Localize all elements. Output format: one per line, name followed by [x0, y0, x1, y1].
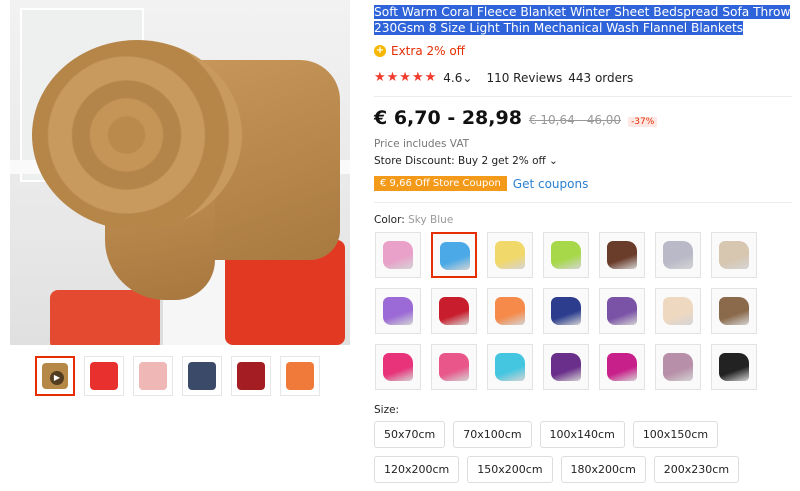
thumbnail-strip: ▶: [35, 356, 320, 396]
divider: [374, 202, 792, 203]
color-swatch[interactable]: [711, 232, 757, 278]
extra-discount: + Extra 2% off: [374, 44, 465, 58]
blanket-swatch-image: [551, 297, 581, 325]
size-option[interactable]: 150x200cm: [467, 456, 553, 483]
main-product-image[interactable]: [10, 0, 350, 345]
thumbnail[interactable]: [182, 356, 222, 396]
red-pillow: [50, 290, 160, 345]
thumbnail-image: [286, 362, 314, 390]
color-label-text: Color:: [374, 214, 405, 226]
get-coupons-link[interactable]: Get coupons: [513, 177, 589, 191]
color-swatch[interactable]: [655, 232, 701, 278]
discount-badge: -37%: [628, 117, 658, 127]
color-swatch[interactable]: [599, 232, 645, 278]
color-swatch[interactable]: [431, 288, 477, 334]
color-swatch-grid: [375, 232, 757, 390]
blanket-swatch-image: [719, 353, 749, 381]
blanket-swatch-image: [440, 242, 470, 270]
coin-icon: +: [374, 45, 386, 57]
color-swatch[interactable]: [487, 288, 533, 334]
color-swatch[interactable]: [655, 288, 701, 334]
blanket-swatch-image: [607, 297, 637, 325]
divider: [374, 96, 792, 97]
thumbnail[interactable]: [84, 356, 124, 396]
thumbnail-image: [139, 362, 167, 390]
current-price: € 6,70 - 28,98: [374, 107, 522, 129]
thumbnail-image: [188, 362, 216, 390]
product-title-text: Soft Warm Coral Fleece Blanket Winter Sh…: [374, 5, 791, 35]
reviews-count[interactable]: 110 Reviews: [486, 71, 562, 85]
rating-value[interactable]: 4.6: [443, 71, 462, 85]
color-swatch[interactable]: [375, 232, 421, 278]
blanket-swatch-image: [495, 297, 525, 325]
blanket-swatch-image: [719, 297, 749, 325]
selected-color: Sky Blue: [408, 214, 454, 226]
blanket-swatch-image: [663, 297, 693, 325]
blanket-roll: [32, 40, 242, 230]
thumbnail[interactable]: [133, 356, 173, 396]
play-icon: ▶: [50, 371, 64, 385]
size-option[interactable]: 120x200cm: [374, 456, 460, 483]
color-label: Color: Sky Blue: [374, 214, 453, 226]
price-block: € 6,70 - 28,98 € 10,64 - 46,00 -37%: [374, 107, 658, 129]
star-rating-icon: ★★★★★: [374, 70, 438, 85]
product-title: Soft Warm Coral Fleece Blanket Winter Sh…: [374, 4, 794, 36]
color-swatch[interactable]: [655, 344, 701, 390]
color-swatch[interactable]: [711, 344, 757, 390]
size-options: 50x70cm 70x100cm 100x140cm 100x150cm 120…: [374, 421, 794, 483]
blanket-swatch-image: [439, 297, 469, 325]
blanket-swatch-image: [551, 353, 581, 381]
color-swatch[interactable]: [487, 232, 533, 278]
thumbnail[interactable]: [231, 356, 271, 396]
color-swatch[interactable]: [599, 344, 645, 390]
extra-discount-text: Extra 2% off: [391, 44, 465, 58]
size-label: Size:: [374, 404, 400, 416]
thumbnail-video[interactable]: ▶: [35, 356, 75, 396]
vat-note: Price includes VAT: [374, 138, 470, 150]
blanket-swatch-image: [663, 353, 693, 381]
orders-count: 443 orders: [568, 70, 634, 85]
blanket-swatch-image: [495, 241, 525, 269]
size-option[interactable]: 100x140cm: [539, 421, 625, 448]
size-option[interactable]: 200x230cm: [653, 456, 740, 483]
blanket-swatch-image: [719, 241, 749, 269]
color-swatch[interactable]: [487, 344, 533, 390]
coupon-row: € 9,66 Off Store Coupon Get coupons: [374, 176, 588, 191]
rating-row: ★★★★★ 4.6 ⌄ 110 Reviews 443 orders: [374, 70, 633, 85]
color-swatch[interactable]: [431, 232, 477, 278]
store-discount[interactable]: Store Discount: Buy 2 get 2% off ⌄: [374, 155, 558, 167]
thumbnail-image: [90, 362, 118, 390]
blanket-swatch-image: [663, 241, 693, 269]
thumbnail[interactable]: [280, 356, 320, 396]
size-option[interactable]: 100x150cm: [632, 421, 719, 448]
blanket-swatch-image: [495, 353, 525, 381]
color-swatch[interactable]: [543, 344, 589, 390]
size-option[interactable]: 50x70cm: [374, 421, 446, 448]
blanket-swatch-image: [607, 241, 637, 269]
blanket-swatch-image: [607, 353, 637, 381]
store-coupon-tag: € 9,66 Off Store Coupon: [374, 176, 507, 191]
blanket-swatch-image: [383, 297, 413, 325]
blanket-swatch-image: [383, 241, 413, 269]
size-option[interactable]: 70x100cm: [453, 421, 532, 448]
blanket-swatch-image: [383, 353, 413, 381]
thumbnail-image: [237, 362, 265, 390]
blanket-swatch-image: [439, 353, 469, 381]
color-swatch[interactable]: [543, 232, 589, 278]
color-swatch[interactable]: [375, 288, 421, 334]
color-swatch[interactable]: [375, 344, 421, 390]
original-price: € 10,64 - 46,00: [528, 113, 622, 127]
color-swatch[interactable]: [543, 288, 589, 334]
color-swatch[interactable]: [431, 344, 477, 390]
color-swatch[interactable]: [599, 288, 645, 334]
chevron-down-icon[interactable]: ⌄: [462, 71, 472, 85]
color-swatch[interactable]: [711, 288, 757, 334]
size-option[interactable]: 180x200cm: [560, 456, 646, 483]
blanket-swatch-image: [551, 241, 581, 269]
